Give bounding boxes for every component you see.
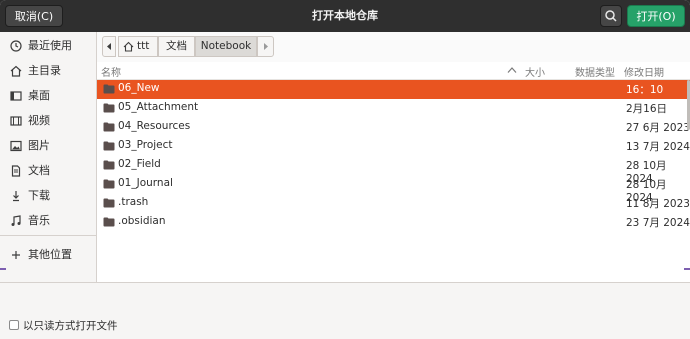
dialog-title: 打开本地仓库 <box>312 9 378 22</box>
home-icon <box>123 41 134 52</box>
sidebar-item-videos[interactable]: 视频 <box>0 109 96 133</box>
music-icon <box>11 215 21 226</box>
file-name: 05_Attachment <box>118 101 199 113</box>
sidebar-item-desktop[interactable]: 桌面 <box>0 84 96 108</box>
file-name: 04_Resources <box>118 120 191 132</box>
sidebar-item-label: 最近使用 <box>28 39 72 52</box>
options-bar: 以只读方式打开文件 <box>0 282 690 339</box>
sidebar-item-label: 图片 <box>28 139 50 152</box>
folder-icon <box>103 160 115 170</box>
sidebar-item-label: 其他位置 <box>28 248 72 261</box>
file-modified: 11 8月 2023 <box>626 198 690 210</box>
desktop-icon <box>10 91 22 101</box>
sidebar-item-label: 音乐 <box>28 214 50 227</box>
file-modified: 13 7月 2024 <box>626 141 690 153</box>
folder-icon <box>103 103 115 113</box>
column-type[interactable]: 数据类型 <box>575 64 615 79</box>
sidebar-item-label: 桌面 <box>28 89 50 102</box>
file-name: 06_New <box>118 82 160 94</box>
chevron-left-icon <box>107 43 111 50</box>
file-row[interactable]: 02_Field 28 10月 2024 <box>97 156 690 185</box>
file-name: 01_Journal <box>118 177 173 189</box>
file-modified: 16：10 <box>626 84 664 96</box>
sidebar-item-music[interactable]: 音乐 <box>0 209 96 233</box>
file-list: 名称 大小 数据类型 修改日期 06_New 16：10 05_Attachme… <box>97 62 690 282</box>
sidebar-item-home[interactable]: 主目录 <box>0 59 96 83</box>
image-icon <box>10 140 22 152</box>
path-back-button[interactable] <box>102 36 116 57</box>
folder-icon <box>103 122 115 132</box>
sort-ascending-icon <box>507 67 517 73</box>
places-sidebar: 最近使用 主目录 桌面 视频 图片 文档 下载 音乐 其他位置 <box>0 32 97 282</box>
file-name: .trash <box>118 196 149 208</box>
file-row[interactable]: .trash 11 8月 2023 <box>97 194 690 213</box>
readonly-label[interactable]: 以只读方式打开文件 <box>23 318 118 333</box>
column-header: 名称 大小 数据类型 修改日期 <box>97 62 690 80</box>
sidebar-item-downloads[interactable]: 下载 <box>0 184 96 208</box>
home-icon <box>10 65 22 77</box>
file-row[interactable]: 04_Resources 27 6月 2023 <box>97 118 690 137</box>
breadcrumb-label: ttt <box>137 40 150 52</box>
file-modified: 23 7月 2024 <box>626 217 690 229</box>
sidebar-item-label: 主目录 <box>28 64 61 77</box>
folder-icon <box>103 198 115 208</box>
breadcrumb-documents[interactable]: 文档 <box>158 36 195 57</box>
sidebar-item-recent[interactable]: 最近使用 <box>0 34 96 58</box>
search-icon <box>605 10 617 22</box>
readonly-checkbox[interactable] <box>9 320 19 330</box>
cancel-button[interactable]: 取消(C) <box>5 5 63 27</box>
file-row[interactable]: 03_Project 13 7月 2024 <box>97 137 690 156</box>
background-window-edge <box>0 268 6 270</box>
search-button[interactable] <box>600 5 622 27</box>
column-name[interactable]: 名称 <box>101 64 121 79</box>
folder-icon <box>103 179 115 189</box>
file-modified: 2月16日 <box>626 103 668 115</box>
sidebar-item-other-locations[interactable]: 其他位置 <box>0 243 96 267</box>
video-icon <box>10 116 22 126</box>
sidebar-item-label: 视频 <box>28 114 50 127</box>
file-row-selected[interactable]: 06_New 16：10 <box>97 80 690 99</box>
sidebar-item-pictures[interactable]: 图片 <box>0 134 96 158</box>
open-vault-dialog: 取消(C) 打开本地仓库 打开(O) 最近使用 主目录 桌面 视频 图片 文档 … <box>0 0 690 339</box>
sidebar-item-documents[interactable]: 文档 <box>0 159 96 183</box>
sidebar-divider <box>0 235 96 236</box>
file-name: .obsidian <box>118 215 166 227</box>
file-row[interactable]: 05_Attachment 2月16日 <box>97 99 690 118</box>
document-icon <box>11 165 21 177</box>
file-modified: 27 6月 2023 <box>626 122 690 134</box>
open-button[interactable]: 打开(O) <box>627 5 685 27</box>
breadcrumb-notebook[interactable]: Notebook <box>195 36 257 57</box>
file-name: 03_Project <box>118 139 173 151</box>
download-icon <box>13 191 19 202</box>
header-bar: 取消(C) 打开本地仓库 打开(O) <box>0 0 690 32</box>
file-name: 02_Field <box>118 158 161 170</box>
column-size[interactable]: 大小 <box>525 64 545 79</box>
file-row[interactable]: 01_Journal 28 10月 2024 <box>97 175 690 204</box>
sidebar-item-label: 下载 <box>28 189 50 202</box>
plus-icon <box>12 251 20 259</box>
folder-icon <box>103 217 115 227</box>
path-forward-button[interactable] <box>257 36 274 57</box>
folder-icon <box>103 84 115 94</box>
background-window-edge <box>684 268 690 270</box>
clock-icon <box>10 40 22 52</box>
file-row[interactable]: .obsidian 23 7月 2024 <box>97 213 690 232</box>
column-modified[interactable]: 修改日期 <box>624 64 664 79</box>
sidebar-item-label: 文档 <box>28 164 50 177</box>
folder-icon <box>103 141 115 151</box>
breadcrumb-ttt[interactable]: ttt <box>118 36 158 57</box>
chevron-right-icon <box>264 43 268 50</box>
